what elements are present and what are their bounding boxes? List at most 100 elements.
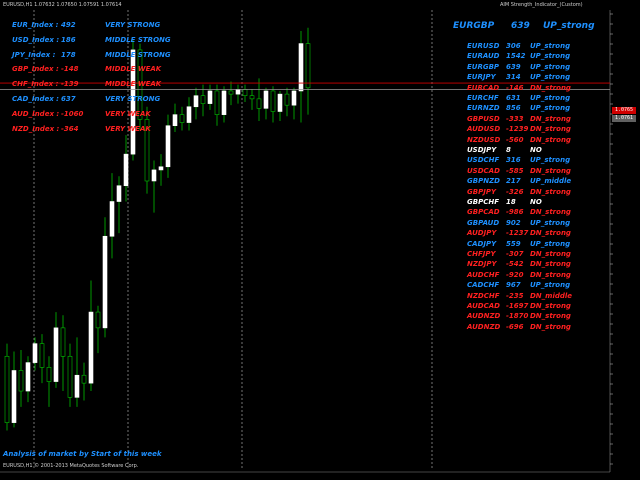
pair-status: UP_strong	[530, 73, 571, 82]
pair-value: -307	[506, 250, 524, 258]
pair-row: USDCAD -585 DN_strong	[467, 167, 597, 177]
pair-value: 306	[506, 42, 521, 50]
pair-value: -326	[506, 187, 524, 196]
pair-row: GBPNZD 217 UP_middle	[467, 177, 597, 187]
candle-body	[179, 114, 185, 123]
index-row: CAD_Index :637 VERY STRONG	[12, 95, 172, 107]
pair-value: 8	[506, 146, 511, 154]
pair-value: 856	[506, 104, 521, 113]
pair-row: EURAUD 1542 UP_strong	[467, 52, 597, 62]
candle-body	[221, 90, 227, 115]
pair-status: DN_strong	[530, 187, 571, 196]
pair-row: GBPJPY -326 DN_strong	[467, 188, 597, 198]
pair-status: UP_strong	[530, 239, 571, 248]
pair-value: -1697	[506, 302, 529, 310]
candle-body	[95, 311, 101, 329]
price-tag-red: 1.0765	[612, 107, 636, 114]
pair-name: AUDNZD	[467, 322, 501, 331]
candle-body	[4, 355, 10, 423]
pair-value: -333	[506, 114, 524, 123]
index-label: CHF_Index :	[12, 80, 59, 89]
pair-status: DN_strong	[530, 312, 571, 321]
pair-status: DN_strong	[530, 260, 571, 269]
pair-value: 18	[506, 198, 516, 206]
pair-name: NZDJPY	[467, 260, 497, 269]
pair-row: USDJPY 8 NO	[467, 146, 597, 156]
index-value: -148	[61, 65, 79, 74]
candle-body	[214, 90, 220, 115]
pair-status: DN_middle	[530, 291, 573, 300]
candle-body	[18, 370, 24, 392]
price-tag-grey: 1.0761	[612, 115, 636, 122]
pair-name: GBPAUD	[467, 218, 500, 227]
pair-value: -585	[506, 166, 524, 175]
pair-status: NO	[530, 146, 542, 154]
candle-body	[60, 327, 66, 357]
index-row: USD_Index :186 MIDDLE STRONG	[12, 36, 172, 48]
candle-body	[39, 343, 45, 368]
candle-body	[270, 90, 276, 112]
pair-status: UP_strong	[530, 218, 571, 227]
candle-body	[46, 367, 52, 382]
index-label: EUR_Index :	[12, 21, 59, 29]
candle-body	[207, 90, 213, 104]
pair-row: AUDCAD -1697 DN_strong	[467, 302, 597, 312]
candle-body	[172, 114, 178, 127]
pair-status: DN_strong	[530, 166, 571, 175]
pair-name: USDCAD	[467, 166, 500, 175]
pair-row: CADCHF 967 UP_strong	[467, 281, 597, 291]
pair-value: -1239	[506, 125, 529, 134]
pair-value: 316	[506, 156, 521, 165]
pair-name: AUDCHF	[467, 270, 500, 279]
pair-value: 314	[506, 73, 521, 82]
pair-status: DN_strong	[530, 114, 571, 123]
pair-value: 967	[506, 281, 521, 290]
pair-row: AUDCHF -920 DN_strong	[467, 271, 597, 281]
headline-status: UP_strong	[543, 21, 595, 31]
pair-value: -542	[506, 260, 524, 269]
index-row: JPY_Index : 178 MIDDLE STRONG	[12, 51, 172, 63]
pair-status: DN_strong	[530, 83, 571, 92]
pair-value: -696	[506, 322, 524, 331]
index-label: USD_Index :	[12, 35, 60, 44]
pair-value: 639	[506, 62, 521, 71]
pair-row: EURCHF 631 UP_strong	[467, 94, 597, 104]
pair-row: AUDNZD -1870 DN_strong	[467, 312, 597, 322]
pair-value: 1542	[506, 52, 526, 61]
index-value: -1060	[61, 109, 84, 118]
pair-status: DN_strong	[530, 135, 571, 144]
pair-name: GBPCAD	[467, 208, 500, 217]
pair-row: USDCHF 316 UP_strong	[467, 156, 597, 166]
headline-value: 639	[511, 21, 530, 31]
index-status: VERY WEAK	[105, 124, 151, 133]
pair-status: UP_strong	[530, 62, 571, 71]
candle-body	[291, 90, 297, 106]
candle-body	[263, 90, 269, 109]
pair-name: EURAUD	[467, 52, 500, 61]
candle-body	[109, 201, 115, 237]
index-row: GBP_Index : -148 MIDDLE WEAK	[12, 65, 172, 77]
headline-row: EURGBP 639 UP_strong	[453, 22, 613, 34]
pair-value: 631	[506, 94, 521, 102]
pair-status: UP_strong	[530, 42, 571, 50]
pair-status: UP_middle	[530, 177, 572, 186]
pair-row: NZDCHF -235 DN_middle	[467, 292, 597, 302]
pair-status: UP_strong	[530, 156, 571, 165]
pair-row: AUDUSD -1239 DN_strong	[467, 125, 597, 135]
index-status: MIDDLE WEAK	[105, 65, 162, 74]
price-axis	[610, 13, 613, 465]
pair-name: CADCHF	[467, 281, 500, 290]
pair-row: NZDJPY -542 DN_strong	[467, 260, 597, 270]
candle-body	[25, 362, 31, 392]
pair-status: UP_strong	[530, 94, 571, 102]
candle-body	[74, 374, 80, 398]
pair-value: -1870	[506, 312, 529, 321]
candle-body	[67, 355, 73, 398]
pair-row: AUDNZD -696 DN_strong	[467, 323, 597, 333]
pair-row: GBPUSD -333 DN_strong	[467, 115, 597, 125]
index-label: NZD_Index :	[12, 124, 60, 133]
index-status: MIDDLE WEAK	[105, 80, 162, 89]
pair-status: DN_strong	[530, 125, 571, 134]
pair-status: DN_strong	[530, 208, 571, 217]
headline-pair: EURGBP	[453, 21, 495, 31]
